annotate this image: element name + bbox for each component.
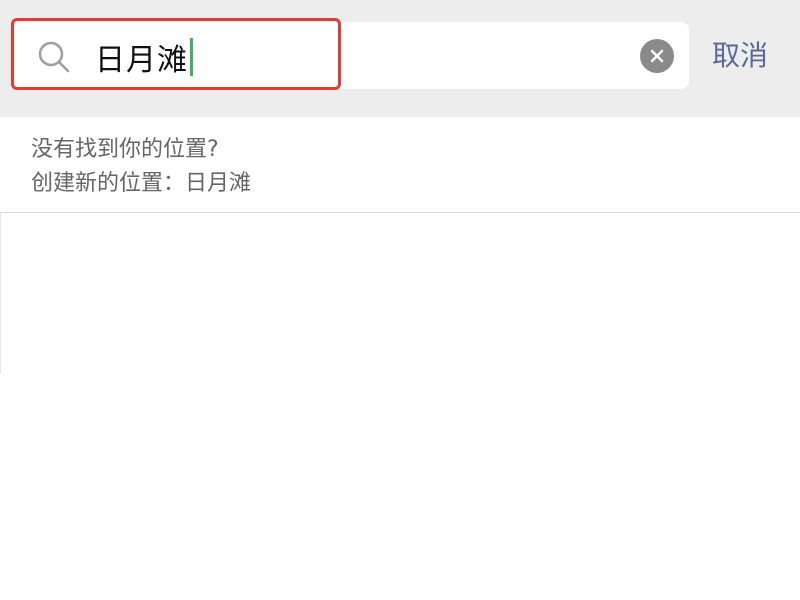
left-edge-line xyxy=(0,213,1,373)
clear-icon xyxy=(650,49,664,63)
create-location-label: 创建新的位置：日月滩 xyxy=(31,171,252,196)
search-bar: 日月滩 取消 xyxy=(0,0,800,117)
search-input[interactable]: 日月滩 xyxy=(95,34,193,80)
cancel-button[interactable]: 取消 xyxy=(712,36,768,76)
divider xyxy=(0,212,800,213)
location-search-screen: 日月滩 取消 没有找到你的位置? 创建新的位置：日月滩 xyxy=(0,0,800,600)
search-input-value: 日月滩 xyxy=(95,43,188,78)
not-found-prompt: 没有找到你的位置? xyxy=(31,137,219,162)
create-location-option[interactable]: 没有找到你的位置? 创建新的位置：日月滩 xyxy=(0,117,800,213)
text-caret xyxy=(190,38,193,76)
clear-button[interactable] xyxy=(640,39,674,73)
search-icon xyxy=(36,39,72,75)
